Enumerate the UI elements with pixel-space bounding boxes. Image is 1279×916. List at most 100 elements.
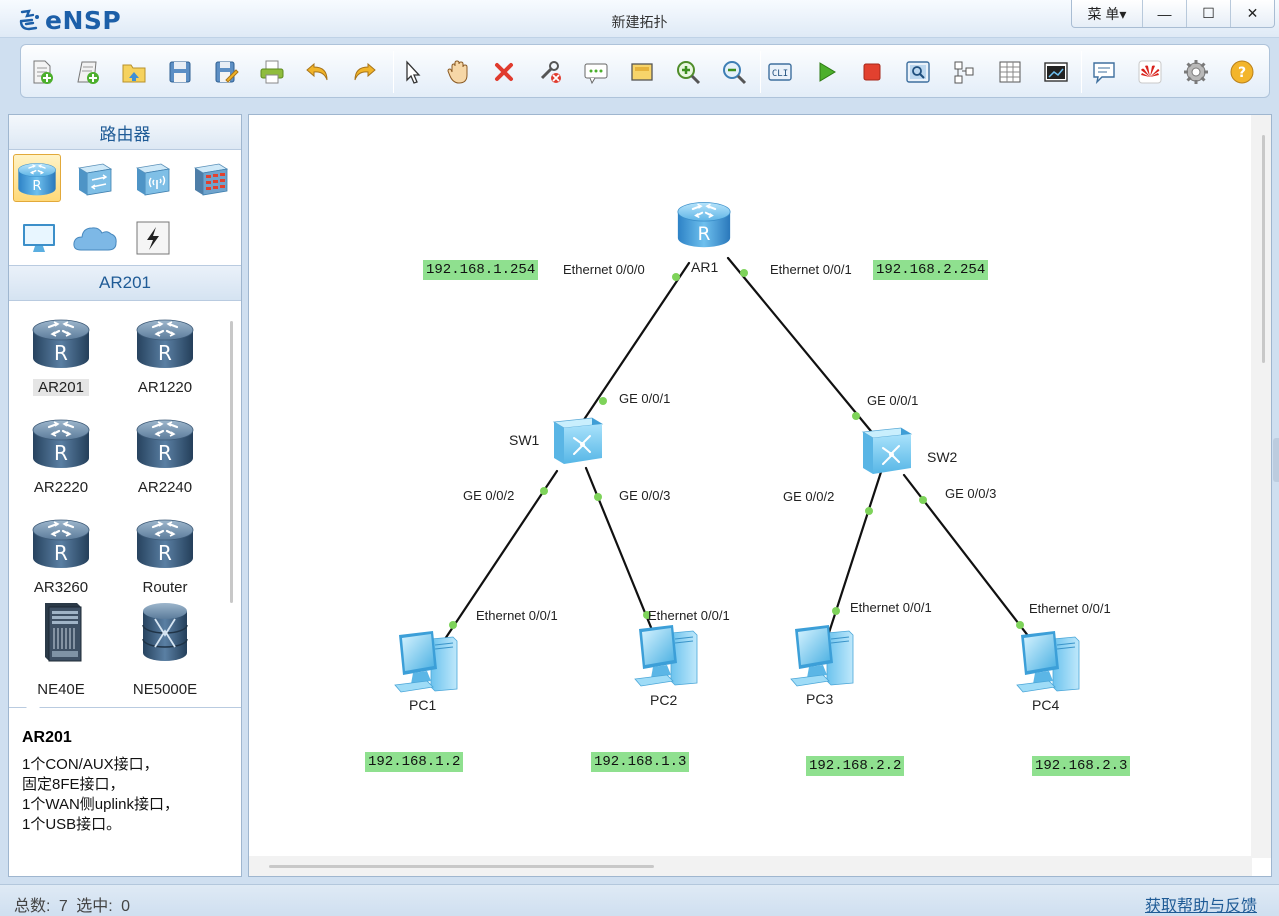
table-icon[interactable]	[993, 55, 1027, 89]
zoom-in-icon[interactable]	[671, 55, 705, 89]
toolbar: CLI ?	[20, 44, 1270, 98]
device-item-ne5000e[interactable]: NE5000E	[113, 597, 217, 698]
device-label-pc2: PC2	[650, 692, 678, 708]
switch-sw2-icon[interactable]	[857, 423, 913, 477]
toolbar-separator	[760, 51, 761, 93]
side-collapse-handle[interactable]	[1273, 438, 1279, 482]
router-category-icon[interactable]	[13, 154, 61, 202]
port-label: GE 0/0/3	[619, 488, 671, 503]
model-title: AR201	[9, 266, 241, 301]
fullscreen-icon[interactable]	[1039, 55, 1073, 89]
ip-tag-gateway-1[interactable]: 192.168.1.254	[423, 260, 539, 280]
save-icon[interactable]	[163, 55, 197, 89]
ip-tag-gateway-2[interactable]: 192.168.2.254	[873, 260, 989, 280]
category-title: 路由器	[9, 115, 241, 150]
device-list-scrollbar[interactable]	[230, 321, 233, 603]
redo-icon[interactable]	[347, 55, 381, 89]
menu-button[interactable]: 菜 单▾	[1072, 0, 1142, 27]
console-icon[interactable]: CLI	[763, 55, 797, 89]
router-icon	[135, 511, 195, 573]
router-ar1-icon[interactable]	[673, 195, 735, 251]
topology-icon[interactable]	[947, 55, 981, 89]
maximize-button[interactable]: ☐	[1186, 0, 1230, 27]
description-line: 1个CON/AUX接口，	[22, 756, 159, 773]
switch-sw1-icon[interactable]	[548, 413, 604, 467]
topology-links	[439, 256, 1041, 652]
svg-text:CLI: CLI	[772, 69, 788, 79]
device-label: AR3260	[33, 579, 89, 596]
device-label-sw1: SW1	[509, 432, 540, 448]
pc3-icon[interactable]	[787, 623, 857, 689]
new-lab-icon[interactable]	[71, 55, 105, 89]
terminal-category-icon[interactable]	[15, 214, 63, 262]
chat-icon[interactable]	[1087, 55, 1121, 89]
help-feedback-link[interactable]: 获取帮助与反馈	[1145, 892, 1257, 916]
device-item-ar1220[interactable]: AR1220	[113, 307, 217, 407]
port-label: GE 0/0/2	[463, 488, 515, 503]
save-as-icon[interactable]	[209, 55, 243, 89]
description-line: 固定8FE接口，	[22, 776, 125, 793]
topology-canvas[interactable]: AR1 SW1 SW2 PC1 PC2 PC3 PC4 Ethernet 0/0…	[248, 114, 1272, 877]
device-item-ne40e[interactable]: NE40E	[9, 597, 113, 698]
port-label: Ethernet 0/0/1	[1029, 601, 1111, 616]
pc4-icon[interactable]	[1013, 629, 1083, 695]
start-device-icon[interactable]	[809, 55, 843, 89]
delete-link-icon[interactable]	[533, 55, 567, 89]
new-topology-icon[interactable]	[25, 55, 59, 89]
canvas-vertical-track	[1251, 115, 1271, 858]
open-icon[interactable]	[117, 55, 151, 89]
canvas-vertical-scrollbar[interactable]	[1262, 135, 1265, 363]
link-category-icon[interactable]	[129, 214, 177, 262]
port-label: Ethernet 0/0/1	[850, 600, 932, 615]
select-icon[interactable]	[395, 55, 429, 89]
port-dot	[540, 487, 548, 495]
canvas-horizontal-scrollbar[interactable]	[269, 865, 654, 868]
device-description: AR201 1个CON/AUX接口， 固定8FE接口， 1个WAN侧uplink…	[9, 711, 241, 876]
ip-tag-pc3[interactable]: 192.168.2.2	[806, 756, 905, 776]
port-label: GE 0/0/2	[783, 489, 835, 504]
print-icon[interactable]	[255, 55, 289, 89]
ip-tag-pc4[interactable]: 192.168.2.3	[1032, 756, 1131, 776]
delete-icon[interactable]	[487, 55, 521, 89]
pc2-icon[interactable]	[631, 623, 701, 689]
device-label-pc3: PC3	[806, 691, 834, 707]
cloud-category-icon[interactable]	[71, 214, 119, 262]
device-label: AR1220	[137, 379, 193, 396]
device-item-ar3260[interactable]: AR3260	[9, 507, 113, 607]
cluster-icon	[142, 603, 188, 661]
ip-tag-pc1[interactable]: 192.168.1.2	[365, 752, 464, 772]
close-button[interactable]: ✕	[1230, 0, 1274, 27]
switch-category-icon[interactable]	[71, 154, 119, 202]
rectangle-icon[interactable]	[625, 55, 659, 89]
hand-icon[interactable]	[441, 55, 475, 89]
zoom-out-icon[interactable]	[717, 55, 751, 89]
selected-label: 选中:	[76, 898, 113, 915]
link-ar1-sw2[interactable]	[726, 256, 877, 438]
window-controls: 菜 单▾ — ☐ ✕	[1071, 0, 1275, 28]
router-icon	[31, 511, 91, 573]
wireless-category-icon[interactable]	[129, 154, 177, 202]
firewall-category-icon[interactable]	[187, 154, 235, 202]
port-dot	[594, 493, 602, 501]
port-dot	[865, 507, 873, 515]
router-icon	[31, 411, 91, 473]
device-label: Router	[142, 579, 188, 596]
stop-device-icon[interactable]	[855, 55, 889, 89]
device-item-ar2240[interactable]: AR2240	[113, 407, 217, 507]
settings-icon[interactable]	[1179, 55, 1213, 89]
minimize-button[interactable]: —	[1142, 0, 1186, 27]
huawei-icon[interactable]	[1133, 55, 1167, 89]
capture-icon[interactable]	[901, 55, 935, 89]
pc1-icon[interactable]	[391, 629, 461, 695]
undo-icon[interactable]	[301, 55, 335, 89]
help-icon[interactable]: ?	[1225, 55, 1259, 89]
port-label: GE 0/0/3	[945, 486, 997, 501]
device-item-router[interactable]: Router	[113, 507, 217, 607]
device-item-ar2220[interactable]: AR2220	[9, 407, 113, 507]
ip-tag-pc2[interactable]: 192.168.1.3	[591, 752, 690, 772]
port-label: Ethernet 0/0/1	[648, 608, 730, 623]
text-icon[interactable]	[579, 55, 613, 89]
link-ar1-sw1[interactable]	[573, 261, 691, 435]
device-item-ar201[interactable]: AR201	[9, 307, 113, 407]
port-label: Ethernet 0/0/1	[476, 608, 558, 623]
